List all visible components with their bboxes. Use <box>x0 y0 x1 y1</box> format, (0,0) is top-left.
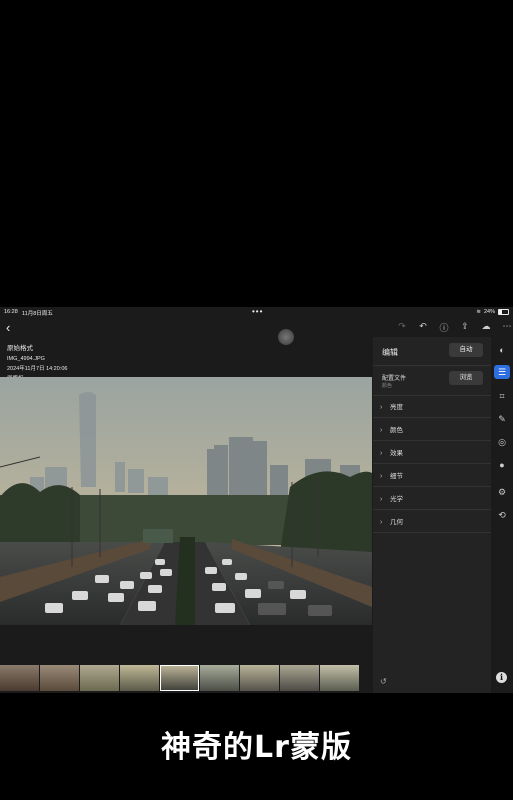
photo-canvas[interactable] <box>0 377 372 625</box>
section-detail[interactable]: › 细节 <box>380 470 488 484</box>
reset-icon[interactable]: ↺ <box>380 677 387 686</box>
filmstrip-thumbnail[interactable] <box>0 665 39 691</box>
cloud-sync-icon[interactable]: ☁ <box>479 321 493 334</box>
section-label: 光学 <box>390 496 403 503</box>
section-label: 效果 <box>390 450 403 457</box>
status-bar: 16:28 11月8日周五 ••• ≋ 24% <box>0 307 513 317</box>
edit-panel: 编辑 自动 配置文件 颜色 浏览 › 亮度 › 颜色 › 效果 › 细节 › 光学 › 几何 <box>373 337 491 693</box>
multitask-dots-icon[interactable]: ••• <box>252 307 263 316</box>
undo-icon[interactable]: ↶ <box>416 321 430 334</box>
top-toolbar: ‹ ↷ ↶ ⓘ ⇪ ☁ ⋯ <box>0 319 513 345</box>
divider <box>373 365 491 366</box>
toolbar-icons: ↷ ↶ ⓘ ⇪ ☁ ⋯ <box>395 321 513 334</box>
more-icon[interactable]: ⋯ <box>500 321 513 334</box>
photo-datetime: 2024年11月7日 14:20:06 <box>7 366 68 372</box>
divider <box>373 532 491 533</box>
divider <box>373 509 491 510</box>
filmstrip <box>0 663 372 693</box>
crop-icon[interactable]: ⌗ <box>494 389 510 403</box>
adjust-icon[interactable]: ⚙ <box>494 485 510 499</box>
history-icon[interactable]: ⟲ <box>494 508 510 522</box>
loading-spinner-icon <box>278 329 294 345</box>
video-caption: 神奇的Lr蒙版 <box>161 730 352 765</box>
lightroom-screen: 16:28 11月8日周五 ••• ≋ 24% ‹ ↷ ↶ ⓘ ⇪ ☁ ⋯ 原始… <box>0 307 513 693</box>
filmstrip-thumbnail-selected[interactable] <box>160 665 199 691</box>
chevron-right-icon: › <box>380 496 383 503</box>
battery-icon <box>498 309 509 315</box>
status-time: 16:28 <box>4 309 18 315</box>
section-label: 细节 <box>390 473 403 480</box>
divider <box>373 417 491 418</box>
share-icon[interactable]: ⇪ <box>458 321 472 334</box>
section-light[interactable]: › 亮度 <box>380 401 488 415</box>
section-effects[interactable]: › 效果 <box>380 447 488 461</box>
tool-rail: ◐ ☰ ⌗ ✎ ◎ ● ⚙ ⟲ <box>491 337 513 693</box>
panel-title: 编辑 <box>382 348 398 357</box>
edit-sliders-icon[interactable]: ☰ <box>494 365 510 379</box>
filmstrip-thumbnail[interactable] <box>120 665 159 691</box>
redo-icon[interactable]: ↷ <box>395 321 409 334</box>
filmstrip-thumbnail[interactable] <box>200 665 239 691</box>
section-label: 颜色 <box>390 427 403 434</box>
chevron-right-icon: › <box>380 473 383 480</box>
filmstrip-thumbnail[interactable] <box>280 665 319 691</box>
section-geometry[interactable]: › 几何 <box>380 516 488 530</box>
chevron-right-icon: › <box>380 450 383 457</box>
healing-icon[interactable]: ✎ <box>494 412 510 426</box>
photo-filename: IMG_4994.JPG <box>7 356 45 362</box>
filmstrip-thumbnail[interactable] <box>80 665 119 691</box>
divider <box>373 440 491 441</box>
presets-icon[interactable]: ◐ <box>494 343 510 357</box>
battery-percent: 24% <box>483 309 495 315</box>
auto-button[interactable]: 自动 <box>449 343 483 357</box>
divider <box>373 486 491 487</box>
chevron-right-icon: › <box>380 519 383 526</box>
status-date: 11月8日周五 <box>22 311 53 317</box>
section-label: 几何 <box>390 519 403 526</box>
profile-label: 配置文件 <box>382 376 407 382</box>
filmstrip-thumbnail[interactable] <box>240 665 279 691</box>
filmstrip-thumbnail[interactable] <box>40 665 79 691</box>
color-drop-icon[interactable]: ● <box>494 458 510 472</box>
chevron-right-icon: › <box>380 404 383 411</box>
divider <box>373 395 491 396</box>
section-color[interactable]: › 颜色 <box>380 424 488 438</box>
photo-format: 原始格式 <box>7 345 33 352</box>
info-icon[interactable]: i <box>496 672 507 683</box>
section-optics[interactable]: › 光学 <box>380 493 488 507</box>
status-right: ≋ 24% <box>476 309 509 315</box>
divider <box>373 463 491 464</box>
wifi-icon: ≋ <box>476 309 481 315</box>
help-icon[interactable]: ⓘ <box>437 321 451 334</box>
chevron-right-icon: › <box>380 427 383 434</box>
back-icon[interactable]: ‹ <box>6 320 10 335</box>
section-label: 亮度 <box>390 404 403 411</box>
filmstrip-thumbnail[interactable] <box>320 665 359 691</box>
browse-button[interactable]: 浏览 <box>449 371 483 385</box>
profile-value: 颜色 <box>382 383 393 389</box>
masking-icon[interactable]: ◎ <box>494 435 510 449</box>
